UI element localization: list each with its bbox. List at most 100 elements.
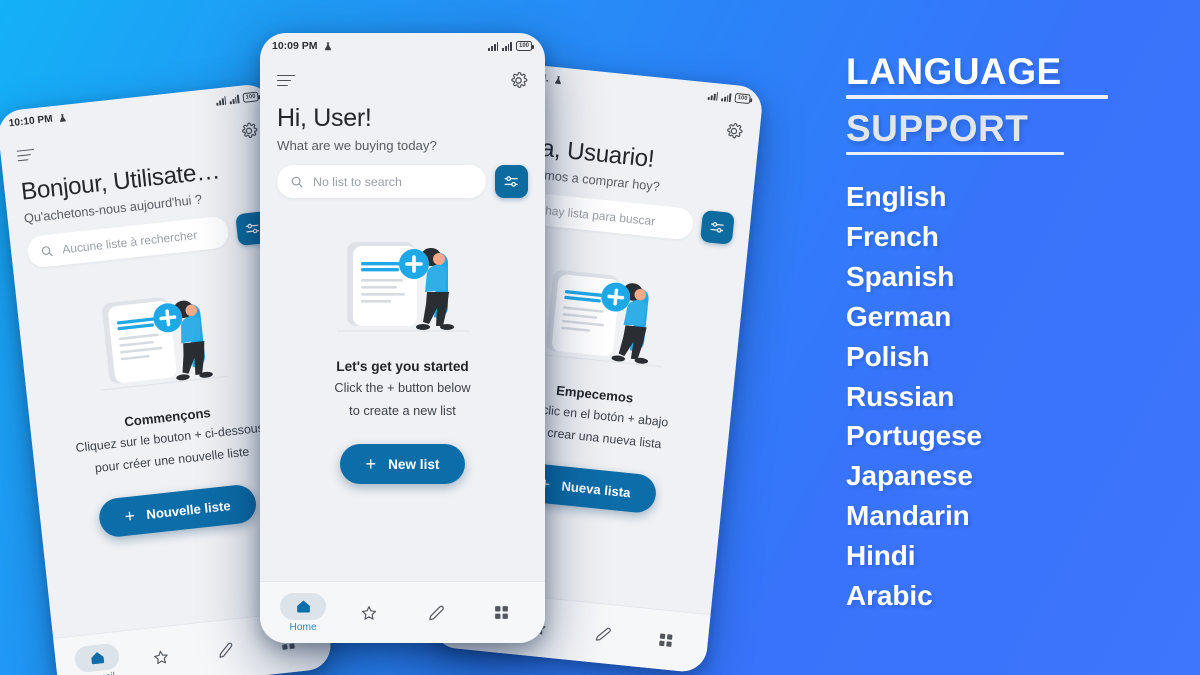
list-item: Japanese — [846, 460, 973, 492]
nav-item-categories[interactable] — [637, 624, 695, 656]
panel-title-line-2: SUPPORT — [846, 107, 1029, 149]
empty-state-illustration — [336, 242, 469, 332]
gear-icon[interactable] — [724, 121, 744, 141]
panel-title-line-1: LANGUAGE — [846, 51, 1062, 92]
nav-grid-pill — [479, 599, 525, 626]
list-item: Russian — [846, 380, 955, 412]
nav-item-favorites[interactable] — [340, 599, 398, 626]
language-list: English French Spanish German Polish Rus… — [846, 177, 1176, 616]
app-header — [260, 59, 545, 90]
plus-icon: + — [123, 506, 136, 527]
battery-icon: 100 — [242, 91, 259, 103]
filter-button[interactable] — [699, 209, 735, 245]
empty-state-title: Let's get you started — [336, 359, 469, 374]
subgreeting-text: What are we buying today? — [277, 138, 437, 153]
search-placeholder: No list to search — [313, 174, 402, 189]
nav-item-categories[interactable] — [473, 599, 531, 626]
search-icon — [41, 245, 53, 256]
new-list-button[interactable]: + New list — [339, 444, 466, 485]
signal-bars-icon-1 — [488, 41, 499, 51]
nav-pencil-pill — [413, 599, 459, 626]
nav-pencil-pill — [579, 619, 626, 649]
list-item: French — [846, 220, 939, 252]
empty-state: Let's get you started Click the + button… — [260, 232, 545, 485]
flask-icon — [555, 75, 561, 84]
grid-icon — [659, 633, 673, 647]
nav-home-pill — [280, 592, 327, 620]
list-item: Mandarin — [846, 500, 970, 532]
nav-item-home[interactable]: Accueil — [68, 641, 128, 675]
grid-icon — [495, 606, 509, 619]
new-list-label: Nueva lista — [560, 478, 632, 501]
bottom-navigation: Home — [260, 581, 545, 643]
empty-state-title: Empecemos — [555, 383, 634, 406]
nav-item-favorites[interactable] — [132, 641, 190, 673]
nav-home-pill — [73, 642, 121, 673]
nav-item-edit[interactable] — [407, 599, 465, 626]
greeting-text: Hi, User! — [277, 104, 372, 132]
battery-icon: 100 — [515, 41, 534, 51]
status-bar-left: 10:09 PM — [272, 40, 333, 52]
status-time: 10:09 PM — [272, 40, 318, 52]
search-input[interactable]: Aucune liste à rechercher — [26, 215, 231, 269]
home-icon — [296, 599, 310, 613]
search-row: No list to search — [260, 153, 545, 198]
empty-state-illustration — [534, 270, 662, 368]
star-icon — [154, 650, 168, 664]
gear-icon[interactable] — [509, 71, 528, 90]
list-item: English — [846, 181, 947, 213]
status-bar-right: 100 — [488, 41, 534, 51]
signal-bars-icon-1 — [708, 91, 719, 101]
flask-icon — [59, 113, 66, 122]
list-item: Polish — [846, 340, 930, 372]
nav-item-edit[interactable] — [573, 618, 631, 650]
phone-mockup-english: 10:09 PM 100 Hi, User! What are we buyin… — [260, 33, 545, 643]
nav-pencil-pill — [201, 635, 248, 666]
star-icon — [362, 605, 377, 620]
new-list-label: Nouvelle liste — [145, 498, 232, 522]
signal-bars-icon-1 — [216, 95, 227, 106]
flask-icon — [324, 41, 331, 50]
status-time: 10:10 PM — [8, 112, 54, 130]
list-item: Spanish — [846, 260, 955, 292]
sliders-icon — [504, 176, 518, 187]
pencil-icon — [219, 642, 232, 658]
nav-star-pill — [346, 599, 392, 626]
status-bar-left: 10:10 PM — [8, 111, 67, 129]
nav-item-edit[interactable] — [196, 634, 254, 666]
empty-state-illustration — [100, 297, 228, 391]
menu-icon[interactable] — [16, 148, 35, 162]
search-placeholder: Aucune liste à rechercher — [61, 227, 198, 256]
menu-icon[interactable] — [277, 74, 295, 87]
list-item: German — [846, 300, 952, 332]
pencil-icon — [428, 605, 444, 620]
search-placeholder: No hay lista para buscar — [526, 201, 656, 228]
new-list-label: New list — [388, 456, 440, 472]
nav-item-home[interactable]: Home — [274, 592, 332, 633]
empty-state-line-2: to create a new list — [349, 403, 456, 419]
nav-grid-pill — [643, 625, 690, 655]
status-bar-right: 100 — [216, 91, 259, 106]
gear-icon[interactable] — [239, 121, 259, 141]
battery-icon: 100 — [734, 92, 751, 105]
search-icon — [291, 176, 303, 188]
sliders-icon — [710, 222, 724, 233]
list-item: Portugese — [846, 420, 983, 452]
filter-button[interactable] — [495, 165, 528, 198]
language-support-panel: LANGUAGE SUPPORT English French Spanish … — [846, 52, 1176, 616]
signal-bars-icon-2 — [721, 92, 732, 102]
status-bar-right: 100 — [708, 90, 751, 105]
nav-star-pill — [138, 641, 185, 672]
new-list-button[interactable]: + Nouvelle liste — [97, 483, 258, 539]
signal-bars-icon-2 — [229, 94, 240, 104]
empty-state-line-1: Click the + button below — [334, 380, 471, 395]
nav-home-label: Home — [289, 621, 317, 633]
status-bar: 10:09 PM 100 — [260, 33, 545, 59]
plus-icon: + — [365, 454, 377, 475]
title-underline-2 — [846, 151, 1064, 156]
signal-bars-icon-2 — [502, 41, 512, 51]
list-item: Arabic — [846, 580, 933, 611]
home-icon — [90, 651, 104, 664]
list-item: Hindi — [846, 540, 916, 572]
search-input[interactable]: No list to search — [277, 165, 486, 198]
